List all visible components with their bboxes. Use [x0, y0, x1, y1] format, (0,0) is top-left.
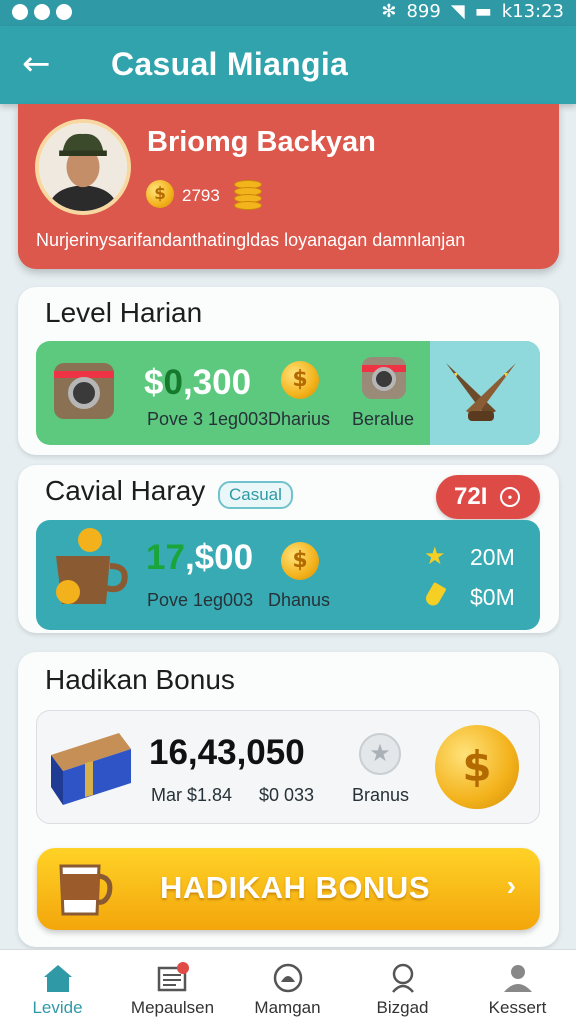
cta-label: HADIKAH BONUS — [160, 870, 430, 905]
bonus-sub-mid: $0 033 — [259, 785, 315, 805]
nav-item-mamgan[interactable]: Mamgan — [230, 950, 345, 1024]
level-sub-left: Pove 3 1eg003 — [147, 409, 269, 429]
clock: k13:23 — [501, 1, 564, 22]
casual-amount: 17,$00 — [146, 538, 254, 577]
profile-card: Briomg Backyan $ 2793 Nurjerinysarifanda… — [18, 104, 559, 269]
nav-label-kessert: Kessert — [488, 998, 547, 1017]
bonus-sub-left: Mar $1.84 — [151, 785, 233, 805]
treasure-mug-icon — [56, 528, 128, 604]
casual-badge: Casual — [218, 481, 293, 509]
gauge-icon — [273, 963, 303, 993]
bonus-reward-row[interactable]: 16,43,050 Mar $1.84 $0 033 ★ Branus $ — [36, 710, 540, 824]
casual-stat-2: $0M — [470, 584, 515, 610]
nav-label-levide: Levide — [32, 998, 83, 1017]
coin-stack-icon — [234, 180, 262, 210]
level-card: Level Harian $0,300 $ Pove 3 1eg003 Dhar… — [18, 287, 559, 455]
home-icon — [44, 965, 72, 992]
nav-label-bizgad: Bizgad — [376, 998, 429, 1017]
hadikah-bonus-button[interactable]: HADIKAH BONUS › — [37, 848, 540, 930]
status-bar: ✻ 899 ◥ ▬ k13:23 — [0, 0, 576, 26]
chevron-right-icon: › — [506, 870, 516, 901]
profile-name: Briomg Backyan — [147, 126, 376, 158]
counter-value: 72I — [454, 483, 488, 510]
casual-sub-mid: Dhanus — [268, 590, 331, 610]
camera-icon — [362, 357, 406, 399]
status-icons-right: ✻ 899 ◥ ▬ k13:23 — [381, 1, 564, 22]
casual-sub-left: Pove 1eg003 — [147, 590, 254, 610]
nav-item-kessert[interactable]: Kessert — [460, 950, 575, 1024]
star-badge-icon: ★ — [359, 733, 401, 775]
bottom-nav: Levide Mepaulsen Mamgan Bizgad Kessert — [0, 949, 576, 1024]
coffee-mug-icon — [59, 864, 113, 916]
casual-reward-row[interactable]: 17,$00 $ Pove 1eg003 Dhanus ★ 20M $0M — [36, 520, 540, 630]
app-bar: ← Casual Miangia — [0, 26, 576, 104]
trophy-icon — [423, 581, 447, 609]
treasure-chest-icon — [51, 733, 131, 805]
level-reward-row[interactable]: $0,300 $ Pove 3 1eg003 Dharius Beralue — [36, 341, 540, 445]
level-card-title: Level Harian — [45, 297, 203, 328]
nav-item-levide[interactable]: Levide — [0, 950, 115, 1024]
notification-icon — [12, 4, 28, 20]
camera-icon — [54, 363, 114, 419]
timer-icon: • — [500, 487, 520, 507]
casual-card-title: Cavial Haray — [45, 475, 206, 506]
level-amount: $0,300 — [144, 363, 252, 402]
level-sub-right: Beralue — [352, 409, 415, 429]
nav-item-mepaulsen[interactable]: Mepaulsen — [115, 950, 230, 1024]
battery-level: 899 — [406, 1, 441, 22]
user-icon — [504, 965, 532, 992]
casual-stat-1: 20M — [470, 544, 515, 570]
status-icons-left — [12, 4, 72, 20]
avatar-image — [39, 123, 127, 211]
avatar[interactable] — [35, 119, 131, 215]
battery-icon: ▬ — [474, 1, 492, 22]
coin-icon: $ — [281, 361, 319, 399]
big-coin-icon: $ — [435, 725, 519, 809]
bonus-amount: 16,43,050 — [149, 733, 305, 772]
nav-item-bizgad[interactable]: Bizgad — [345, 950, 460, 1024]
coin-icon: $ — [281, 542, 319, 580]
notification-icon — [56, 4, 72, 20]
bonus-card-title: Hadikan Bonus — [45, 664, 235, 695]
star-icon: ★ — [424, 543, 446, 570]
notification-icon — [34, 4, 50, 20]
nav-label-mepaulsen: Mepaulsen — [130, 998, 215, 1017]
bluetooth-icon: ✻ — [381, 1, 397, 22]
profile-description: Nurjerinysarifandanthatingldas loyanagan… — [36, 230, 466, 250]
casual-card: Cavial Haray Casual 72I • 17,$00 $ Pove 1… — [18, 465, 559, 633]
nav-label-mamgan: Mamgan — [254, 998, 321, 1017]
crossed-swords-icon — [446, 363, 516, 421]
profile-coin-count: 2793 — [182, 186, 220, 205]
search-icon — [392, 963, 414, 993]
coin-icon: $ — [146, 180, 174, 208]
wifi-icon: ◥ — [450, 1, 465, 22]
level-sub-mid: Dharius — [268, 409, 331, 429]
bonus-sub-right: Branus — [352, 785, 410, 805]
page-title: Casual Miangia — [111, 46, 349, 82]
list-icon — [157, 962, 189, 992]
back-arrow-icon[interactable]: ← — [22, 44, 62, 84]
counter-badge[interactable]: 72I • — [436, 475, 540, 519]
